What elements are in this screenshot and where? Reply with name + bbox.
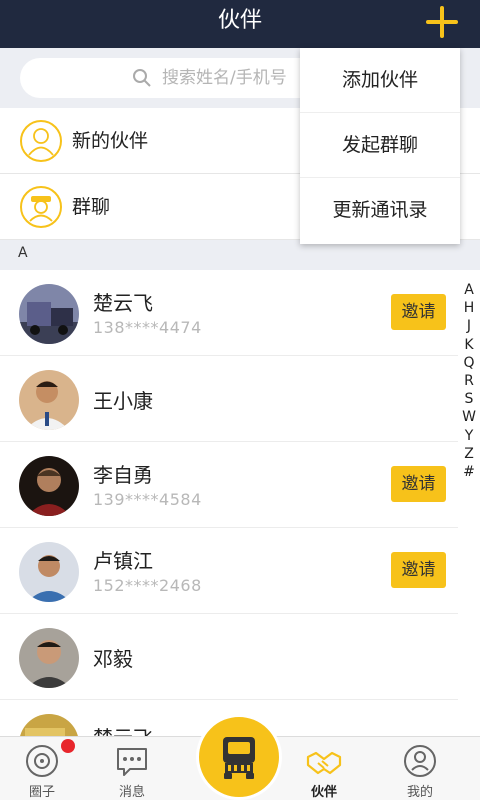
profile-icon bbox=[404, 745, 436, 777]
avatar bbox=[19, 284, 79, 344]
circle-icon bbox=[26, 745, 58, 777]
contact-row[interactable]: 王小康 bbox=[0, 356, 458, 442]
add-menu-popup: 添加伙伴 发起群聊 更新通讯录 bbox=[300, 48, 460, 244]
tab-label: 伙伴 bbox=[310, 785, 337, 800]
index-letter[interactable]: J bbox=[458, 317, 480, 335]
contact-name: 卢镇江 bbox=[93, 549, 153, 573]
person-icon bbox=[20, 120, 62, 162]
update-contacts-menu-item[interactable]: 更新通讯录 bbox=[300, 178, 460, 243]
contact-name: 李自勇 bbox=[93, 463, 153, 487]
tab-label: 我的 bbox=[406, 785, 433, 800]
handshake-icon bbox=[306, 751, 342, 775]
avatar bbox=[19, 628, 79, 688]
contact-phone: 152****2468 bbox=[93, 576, 202, 595]
contact-name: 邓毅 bbox=[93, 647, 133, 671]
contact-row[interactable]: 卢镇江 152****2468 邀请 bbox=[0, 528, 458, 614]
avatar bbox=[19, 542, 79, 602]
index-letter[interactable]: R bbox=[458, 372, 480, 390]
index-letter[interactable]: H bbox=[458, 299, 480, 317]
add-plus-icon[interactable] bbox=[424, 4, 460, 40]
invite-button[interactable]: 邀请 bbox=[391, 294, 446, 330]
start-group-chat-menu-item[interactable]: 发起群聊 bbox=[300, 113, 460, 178]
avatar bbox=[19, 456, 79, 516]
group-chat-label: 群聊 bbox=[72, 196, 111, 218]
tab-messages[interactable]: 消息 bbox=[99, 737, 165, 800]
index-letter[interactable]: K bbox=[458, 336, 480, 354]
add-partner-menu-item[interactable]: 添加伙伴 bbox=[300, 48, 460, 113]
tab-label: 消息 bbox=[118, 785, 145, 800]
index-letter[interactable]: A bbox=[458, 281, 480, 299]
invite-button[interactable]: 邀请 bbox=[391, 552, 446, 588]
index-letter[interactable]: Z bbox=[458, 445, 480, 463]
contact-row[interactable]: 李自勇 139****4584 邀请 bbox=[0, 442, 458, 528]
contact-phone: 138****4474 bbox=[93, 318, 202, 337]
tab-circle[interactable]: 圈子 bbox=[9, 737, 75, 800]
group-icon bbox=[20, 186, 62, 228]
tab-me[interactable]: 我的 bbox=[387, 737, 453, 800]
avatar bbox=[19, 370, 79, 430]
top-bar: 伙伴 bbox=[0, 0, 480, 48]
index-letter[interactable]: W bbox=[458, 408, 480, 426]
section-letter: A bbox=[18, 245, 28, 261]
new-partner-label: 新的伙伴 bbox=[72, 130, 149, 152]
index-letter[interactable]: # bbox=[458, 463, 480, 481]
section-header-a: A bbox=[0, 240, 480, 270]
index-letter[interactable]: Y bbox=[458, 427, 480, 445]
index-letter[interactable]: S bbox=[458, 390, 480, 408]
contact-phone: 139****4584 bbox=[93, 490, 202, 509]
truck-icon bbox=[223, 737, 255, 779]
alphabet-index[interactable]: A H J K Q R S W Y Z # bbox=[458, 270, 480, 740]
contact-row[interactable]: 邓毅 bbox=[0, 614, 458, 700]
index-letter[interactable]: Q bbox=[458, 354, 480, 372]
contact-name: 楚云飞 bbox=[93, 291, 153, 315]
page-title: 伙伴 bbox=[217, 8, 262, 33]
center-truck-button[interactable] bbox=[196, 714, 282, 800]
contact-name: 王小康 bbox=[93, 389, 153, 413]
notification-badge bbox=[61, 739, 75, 753]
chat-icon bbox=[117, 748, 147, 776]
contact-row[interactable]: 楚云飞 138****4474 邀请 bbox=[0, 270, 458, 356]
invite-button[interactable]: 邀请 bbox=[391, 466, 446, 502]
tab-partners[interactable]: 伙伴 bbox=[291, 737, 357, 800]
search-icon bbox=[133, 69, 151, 87]
tab-label: 圈子 bbox=[28, 785, 55, 800]
